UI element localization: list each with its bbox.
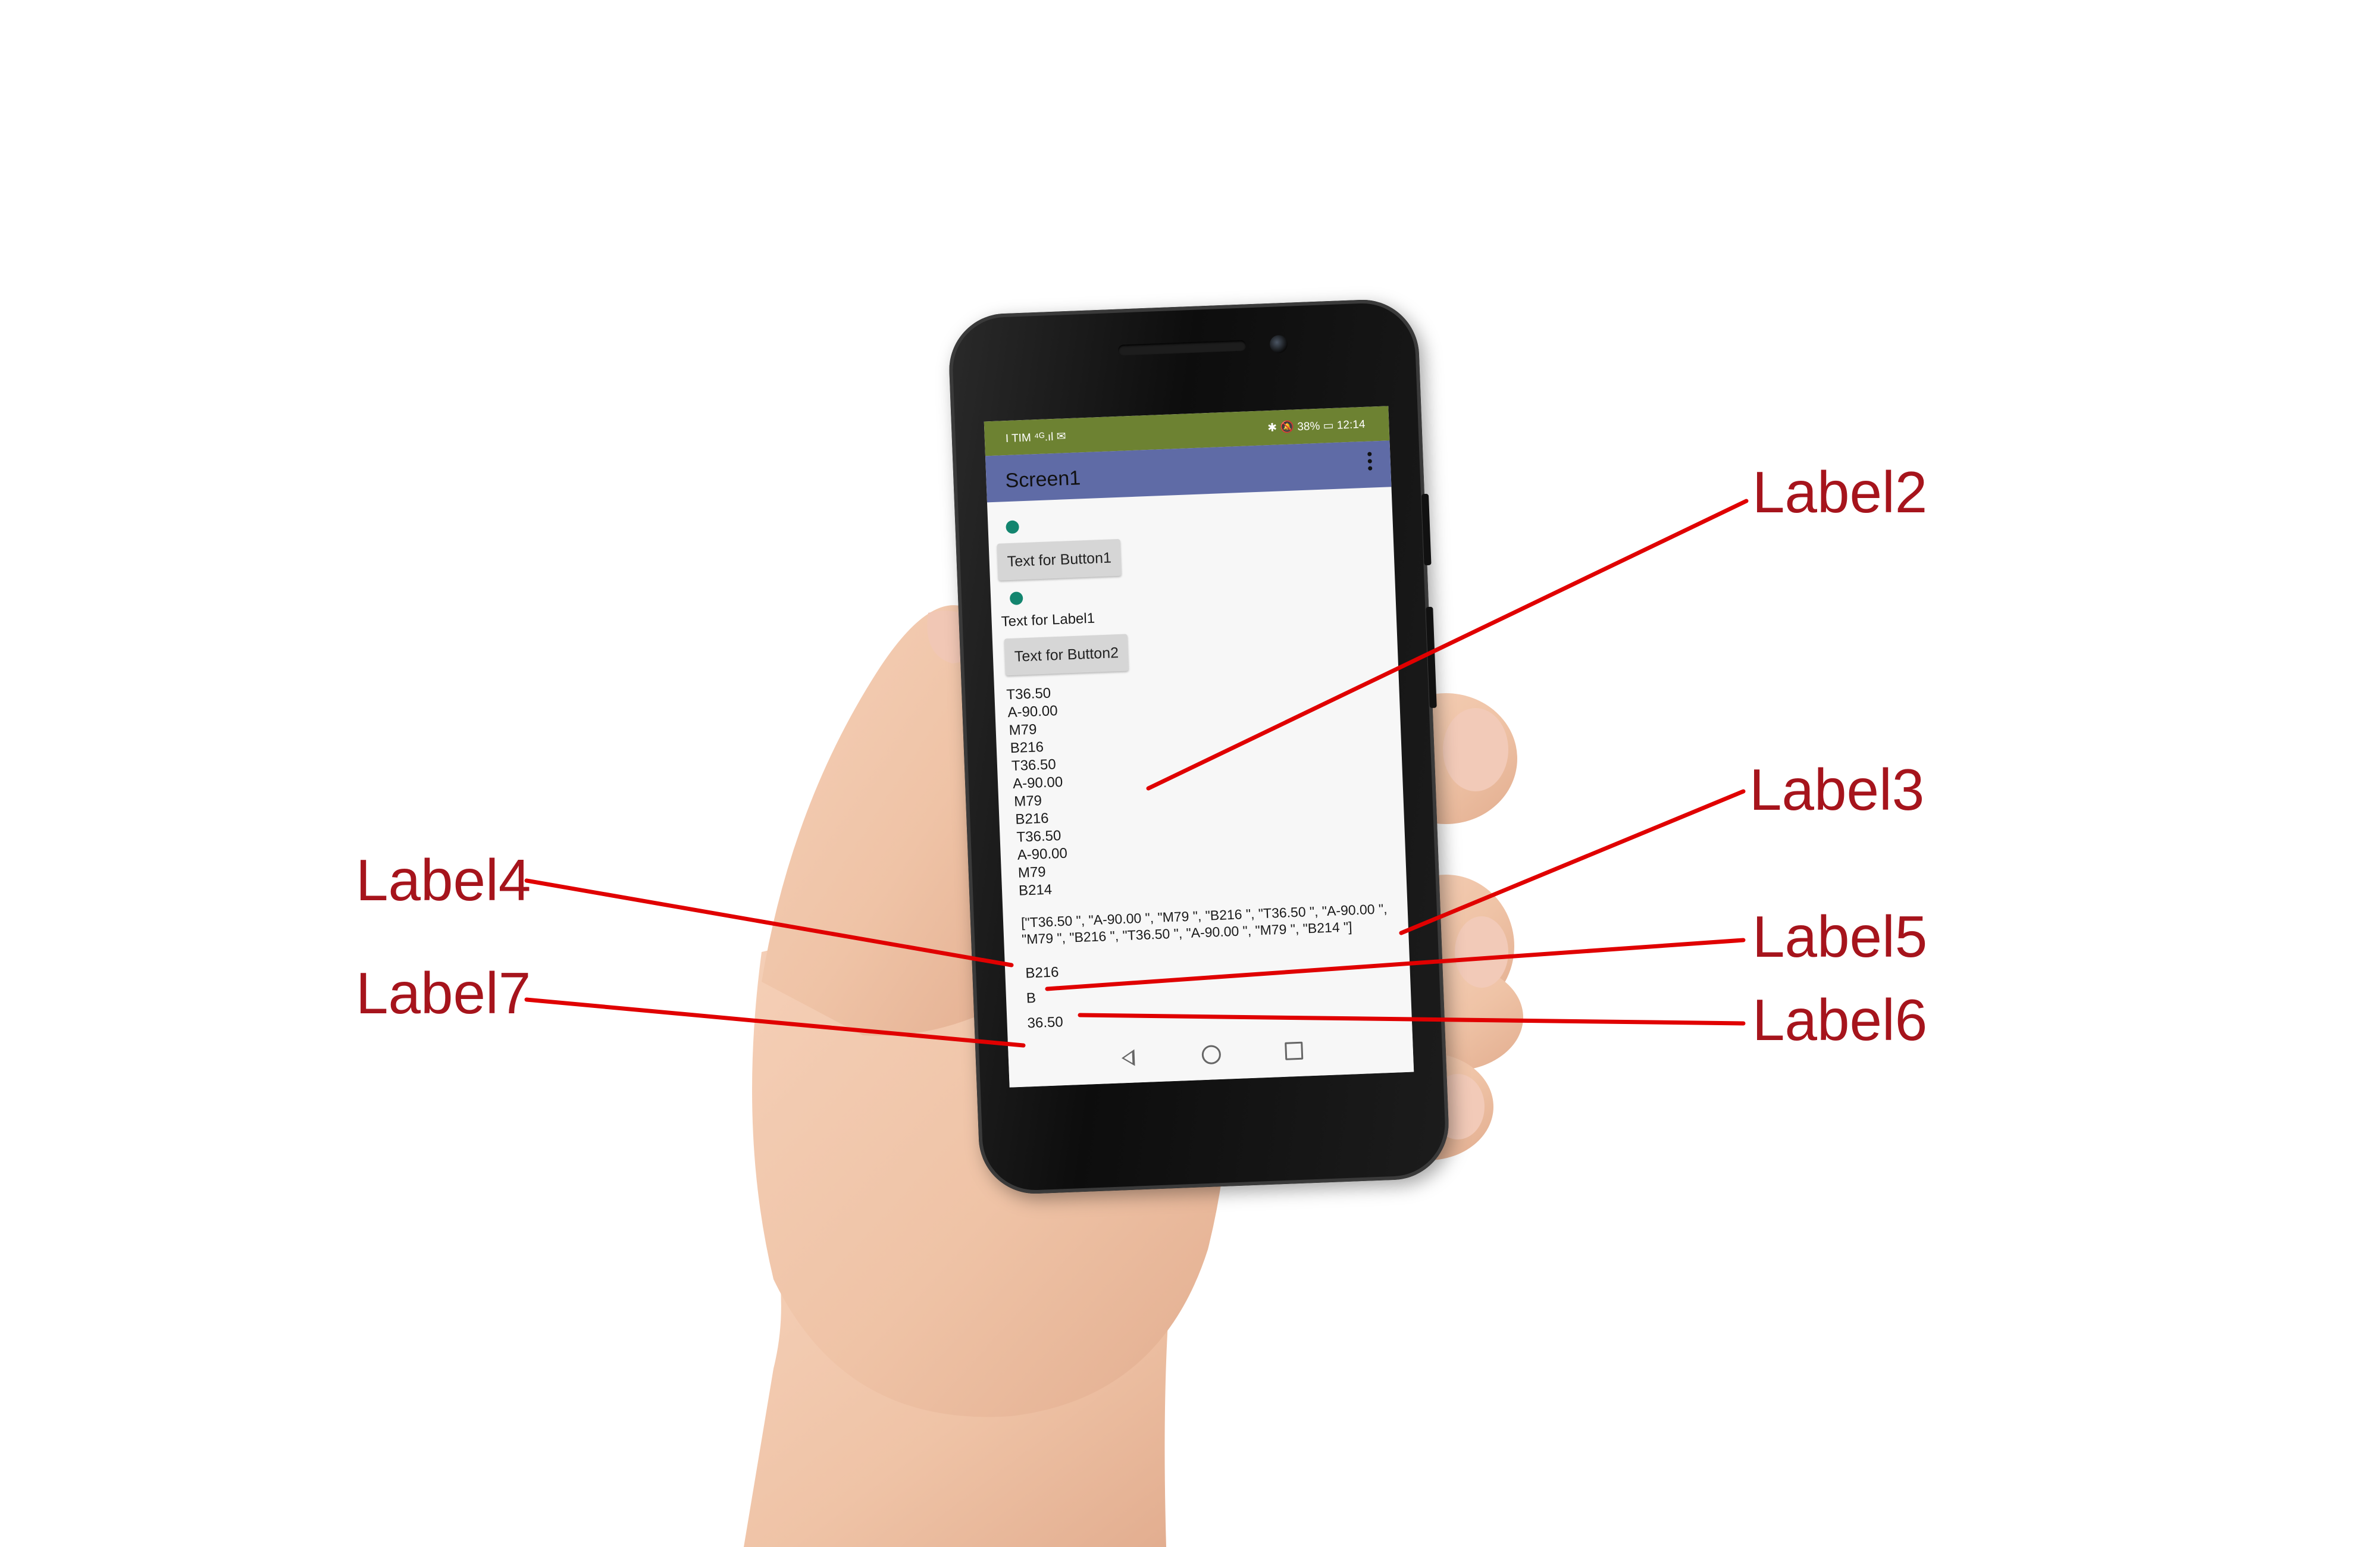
callout-lines (524, 499, 1749, 1048)
label4-leader (524, 878, 1014, 967)
label6-leader (1078, 1013, 1746, 1026)
label5-leader (1045, 938, 1746, 991)
callout-label6: Label6 (1752, 987, 1928, 1053)
label2-leader (1146, 499, 1749, 791)
label7-leader (524, 997, 1026, 1048)
callout-label2: Label2 (1752, 459, 1928, 525)
callout-label7: Label7 (356, 960, 531, 1026)
label3-leader (1399, 789, 1746, 935)
callout-label3: Label3 (1749, 757, 1925, 822)
callout-label4: Label4 (356, 847, 531, 913)
callout-label5: Label5 (1752, 904, 1928, 969)
